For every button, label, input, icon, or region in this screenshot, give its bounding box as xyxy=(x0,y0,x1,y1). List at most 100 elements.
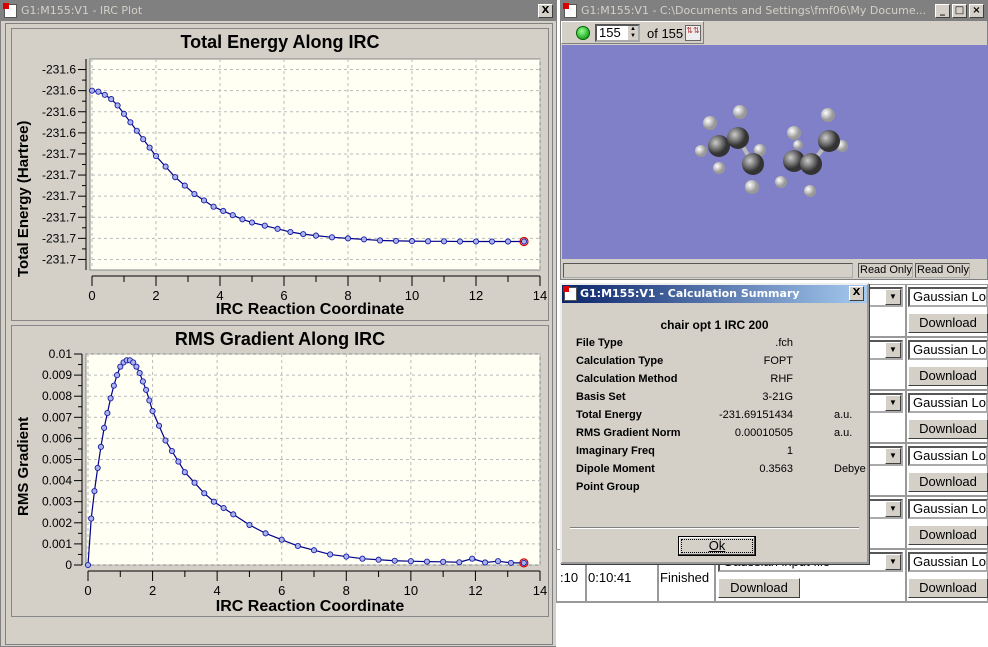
summary-value: RHF xyxy=(770,373,793,385)
data-point xyxy=(120,110,128,117)
download-type-select[interactable]: Gaussian Lo xyxy=(908,340,988,360)
summary-row: Calculation Method RHF xyxy=(576,370,853,388)
download-button[interactable]: Download xyxy=(718,578,800,598)
dialog-title-bar[interactable]: G1:M155:V1 - Calculation Summary X xyxy=(562,285,867,303)
job-elapsed: 0:10:41 xyxy=(588,570,632,585)
summary-row: File Type .fch xyxy=(576,334,853,352)
window-title: G1:M155:V1 - IRC Plot xyxy=(21,4,143,17)
summary-value: .fch xyxy=(775,337,793,349)
x-tick-label: 10 xyxy=(404,583,418,598)
y-tick-label: -231.7 xyxy=(42,147,76,161)
data-point xyxy=(88,515,95,522)
frames-icon[interactable]: ⇅⇅ xyxy=(685,25,701,41)
download-type-select[interactable]: Gaussian Lo xyxy=(908,287,988,307)
x-tick-label: 2 xyxy=(149,583,156,598)
download-type-select[interactable]: Gaussian Lo xyxy=(908,499,988,519)
data-point xyxy=(507,559,514,566)
x-tick-label: 2 xyxy=(152,288,159,303)
data-point xyxy=(220,504,227,512)
job-status: Finished xyxy=(660,570,710,585)
data-point xyxy=(136,369,143,377)
x-tick-label: 6 xyxy=(280,288,287,303)
close-button[interactable]: X xyxy=(538,4,553,18)
download-button[interactable]: Download xyxy=(908,313,988,333)
data-point xyxy=(84,561,92,569)
chevron-down-icon: ▼ xyxy=(885,554,901,570)
x-tick-label: 8 xyxy=(344,288,351,303)
maximize-button[interactable]: □ xyxy=(952,4,967,18)
job-time-start: :10 xyxy=(560,570,579,585)
status-field xyxy=(563,263,853,278)
x-tick-label: 0 xyxy=(84,583,91,598)
data-point xyxy=(472,238,480,245)
data-point xyxy=(108,96,115,103)
data-point xyxy=(149,407,156,415)
x-tick-label: 14 xyxy=(533,583,547,598)
data-point xyxy=(95,88,102,95)
data-point xyxy=(494,558,502,565)
data-point xyxy=(114,102,121,109)
data-point xyxy=(375,556,382,563)
summary-key: Calculation Type xyxy=(576,355,664,367)
status-read-only: Read Only xyxy=(858,263,913,278)
summary-value: 0.00010505 xyxy=(734,427,793,439)
download-type-select[interactable]: Gaussian Lo xyxy=(908,552,988,572)
data-point xyxy=(230,511,237,518)
data-point xyxy=(139,378,146,385)
frame-spinner[interactable]: ▲ ▼ xyxy=(628,26,638,40)
irc-title-bar[interactable]: G1:M155:V1 - IRC Plot X xyxy=(1,1,556,21)
data-point xyxy=(101,424,108,431)
data-point xyxy=(107,395,114,402)
y-tick-label: 0.002 xyxy=(42,516,72,530)
data-point xyxy=(201,490,208,497)
x-tick-label: 4 xyxy=(214,583,221,598)
frame-count: of 155 xyxy=(647,26,684,41)
data-point xyxy=(344,235,352,242)
download-type-select[interactable]: Gaussian Lo xyxy=(908,393,988,413)
ok-button[interactable]: Ok xyxy=(678,536,756,556)
y-tick-label: -231.6 xyxy=(42,63,76,77)
app-icon xyxy=(563,286,577,301)
download-button[interactable]: Download xyxy=(908,419,988,439)
molecule-viewport[interactable] xyxy=(562,45,988,259)
close-button[interactable]: X xyxy=(849,286,864,301)
download-button[interactable]: Download xyxy=(908,578,988,598)
summary-key: Dipole Moment xyxy=(576,463,655,475)
data-point xyxy=(360,236,368,243)
data-point xyxy=(392,237,400,244)
play-icon[interactable] xyxy=(576,26,590,40)
summary-row: Total Energy -231.69151434 a.u. xyxy=(576,406,853,424)
data-point xyxy=(312,232,320,239)
y-tick-label: 0.007 xyxy=(42,410,72,424)
data-point xyxy=(146,144,153,151)
download-button[interactable]: Download xyxy=(908,472,988,492)
x-tick-label: 6 xyxy=(278,583,285,598)
data-point xyxy=(181,469,188,476)
summary-key: Calculation Method xyxy=(576,373,678,385)
y-tick-label: -231.7 xyxy=(42,231,76,245)
y-tick-label: 0.008 xyxy=(42,389,72,403)
data-point xyxy=(191,190,198,198)
energy-plot: 0 2 4 6 8 10 12 14 -231.6 -231.6 -231.6 -231.6 -231.… xyxy=(42,58,547,303)
y-tick-label: 0.004 xyxy=(42,474,72,488)
data-point xyxy=(200,197,208,204)
data-point xyxy=(274,225,281,232)
data-point xyxy=(359,555,366,562)
data-point xyxy=(310,547,318,554)
data-point xyxy=(488,238,496,245)
rms-chart: RMS Gradient Along IRC RMS Gradient IRC … xyxy=(11,325,549,617)
minimize-button[interactable]: _ xyxy=(935,4,950,18)
download-type-select[interactable]: Gaussian Lo xyxy=(908,446,988,466)
y-tick-label: -231.6 xyxy=(42,105,76,119)
data-point xyxy=(168,448,175,455)
summary-row: Basis Set 3-21G xyxy=(576,388,853,406)
data-point xyxy=(391,557,398,564)
status-read-only: Read Only xyxy=(915,263,970,278)
download-button[interactable]: Download xyxy=(908,366,988,386)
data-point xyxy=(520,559,527,566)
close-button[interactable]: × xyxy=(969,4,984,18)
viewer-title-bar[interactable]: G1:M155:V1 - C:\Documents and Settings\f… xyxy=(561,1,987,21)
summary-key: RMS Gradient Norm xyxy=(576,427,681,439)
chevron-down-icon: ▼ xyxy=(885,395,901,411)
download-button[interactable]: Download xyxy=(908,525,988,545)
